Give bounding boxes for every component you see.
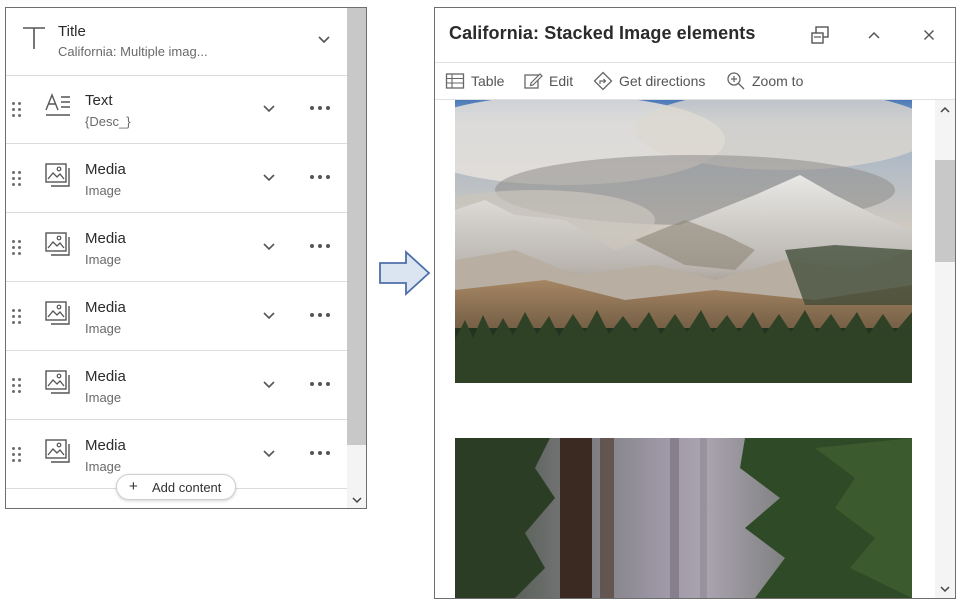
drag-handle-icon[interactable] — [12, 447, 22, 463]
drag-handle-icon[interactable] — [12, 171, 22, 187]
element-list: Title California: Multiple imag... Text … — [6, 8, 348, 491]
element-subtitle: Image — [85, 321, 122, 336]
image-icon — [45, 163, 70, 187]
element-subtitle: Image — [85, 252, 122, 267]
zoom-in-icon — [727, 72, 745, 90]
media-element-row[interactable]: Media Image — [6, 145, 348, 213]
element-subtitle: {Desc_} — [85, 114, 131, 129]
get-directions-button[interactable]: Get directions — [593, 71, 713, 91]
element-name: Media — [85, 437, 126, 454]
table-button[interactable]: Table — [445, 71, 520, 91]
more-options-icon[interactable] — [308, 100, 332, 116]
image-icon — [45, 301, 70, 325]
edit-label: Edit — [549, 73, 574, 89]
chevron-down-icon[interactable] — [317, 35, 331, 45]
popup-panel: California: Stacked Image elements Table — [434, 7, 956, 599]
element-name: Media — [85, 368, 126, 385]
scroll-up-icon[interactable] — [939, 105, 951, 115]
scrollbar-thumb[interactable] — [935, 160, 955, 262]
element-subtitle: Image — [85, 459, 122, 474]
mountain-landscape-image — [455, 100, 912, 383]
scrollbar-thumb[interactable] — [347, 8, 366, 445]
image-icon — [45, 439, 70, 463]
collapse-icon[interactable] — [863, 24, 885, 46]
close-icon[interactable] — [918, 24, 940, 46]
popup-title: California: Stacked Image elements — [449, 23, 756, 43]
element-list-panel: Title California: Multiple imag... Text … — [5, 7, 367, 509]
drag-handle-icon[interactable] — [12, 240, 22, 256]
more-options-icon[interactable] — [308, 238, 332, 254]
directions-icon — [593, 71, 613, 91]
drag-handle-icon[interactable] — [12, 102, 22, 118]
table-icon — [445, 73, 465, 89]
title-element-subtitle: California: Multiple imag... — [58, 44, 208, 59]
chevron-down-icon[interactable] — [262, 242, 276, 252]
title-element-row[interactable]: Title California: Multiple imag... — [6, 8, 348, 76]
media-element-row[interactable]: Media Image — [6, 352, 348, 420]
more-options-icon[interactable] — [308, 376, 332, 392]
zoom-to-button[interactable]: Zoom to — [726, 71, 816, 91]
redwood-forest-image — [455, 438, 912, 598]
edit-button[interactable]: Edit — [523, 71, 583, 91]
chevron-down-icon[interactable] — [262, 380, 276, 390]
plus-icon: + — [129, 478, 138, 495]
chevron-down-icon[interactable] — [262, 449, 276, 459]
more-options-icon[interactable] — [308, 445, 332, 461]
chevron-down-icon[interactable] — [262, 173, 276, 183]
element-name: Media — [85, 230, 126, 247]
table-label: Table — [471, 73, 505, 89]
element-name: Media — [85, 299, 126, 316]
zoom-to-label: Zoom to — [752, 73, 804, 89]
popup-toolbar: Table Edit Get directions Zoom to — [435, 63, 955, 100]
element-subtitle: Image — [85, 183, 122, 198]
text-element-row[interactable]: Text {Desc_} — [6, 76, 348, 144]
image-icon — [45, 370, 70, 394]
element-name: Media — [85, 161, 126, 178]
scroll-down-icon[interactable] — [939, 584, 951, 594]
edit-icon — [524, 73, 543, 89]
add-content-label: Add content — [152, 480, 222, 495]
text-icon — [45, 93, 70, 116]
drag-handle-icon[interactable] — [12, 378, 22, 394]
element-name: Text — [85, 92, 113, 109]
image-icon — [45, 232, 70, 256]
chevron-down-icon[interactable] — [262, 104, 276, 114]
popup-header: California: Stacked Image elements — [435, 8, 955, 63]
media-element-row[interactable]: Media Image — [6, 283, 348, 351]
get-directions-label: Get directions — [619, 73, 706, 89]
title-element-name: Title — [58, 23, 86, 40]
drag-handle-icon[interactable] — [12, 309, 22, 325]
popup-content — [435, 100, 935, 598]
add-content-button[interactable]: + Add content — [116, 474, 236, 500]
scroll-down-icon[interactable] — [351, 495, 363, 505]
element-subtitle: Image — [85, 390, 122, 405]
dock-icon[interactable] — [809, 24, 831, 46]
title-text-icon — [23, 27, 45, 49]
more-options-icon[interactable] — [308, 169, 332, 185]
right-arrow-icon — [379, 249, 431, 297]
media-element-row[interactable]: Media Image — [6, 214, 348, 282]
chevron-down-icon[interactable] — [262, 311, 276, 321]
more-options-icon[interactable] — [308, 307, 332, 323]
